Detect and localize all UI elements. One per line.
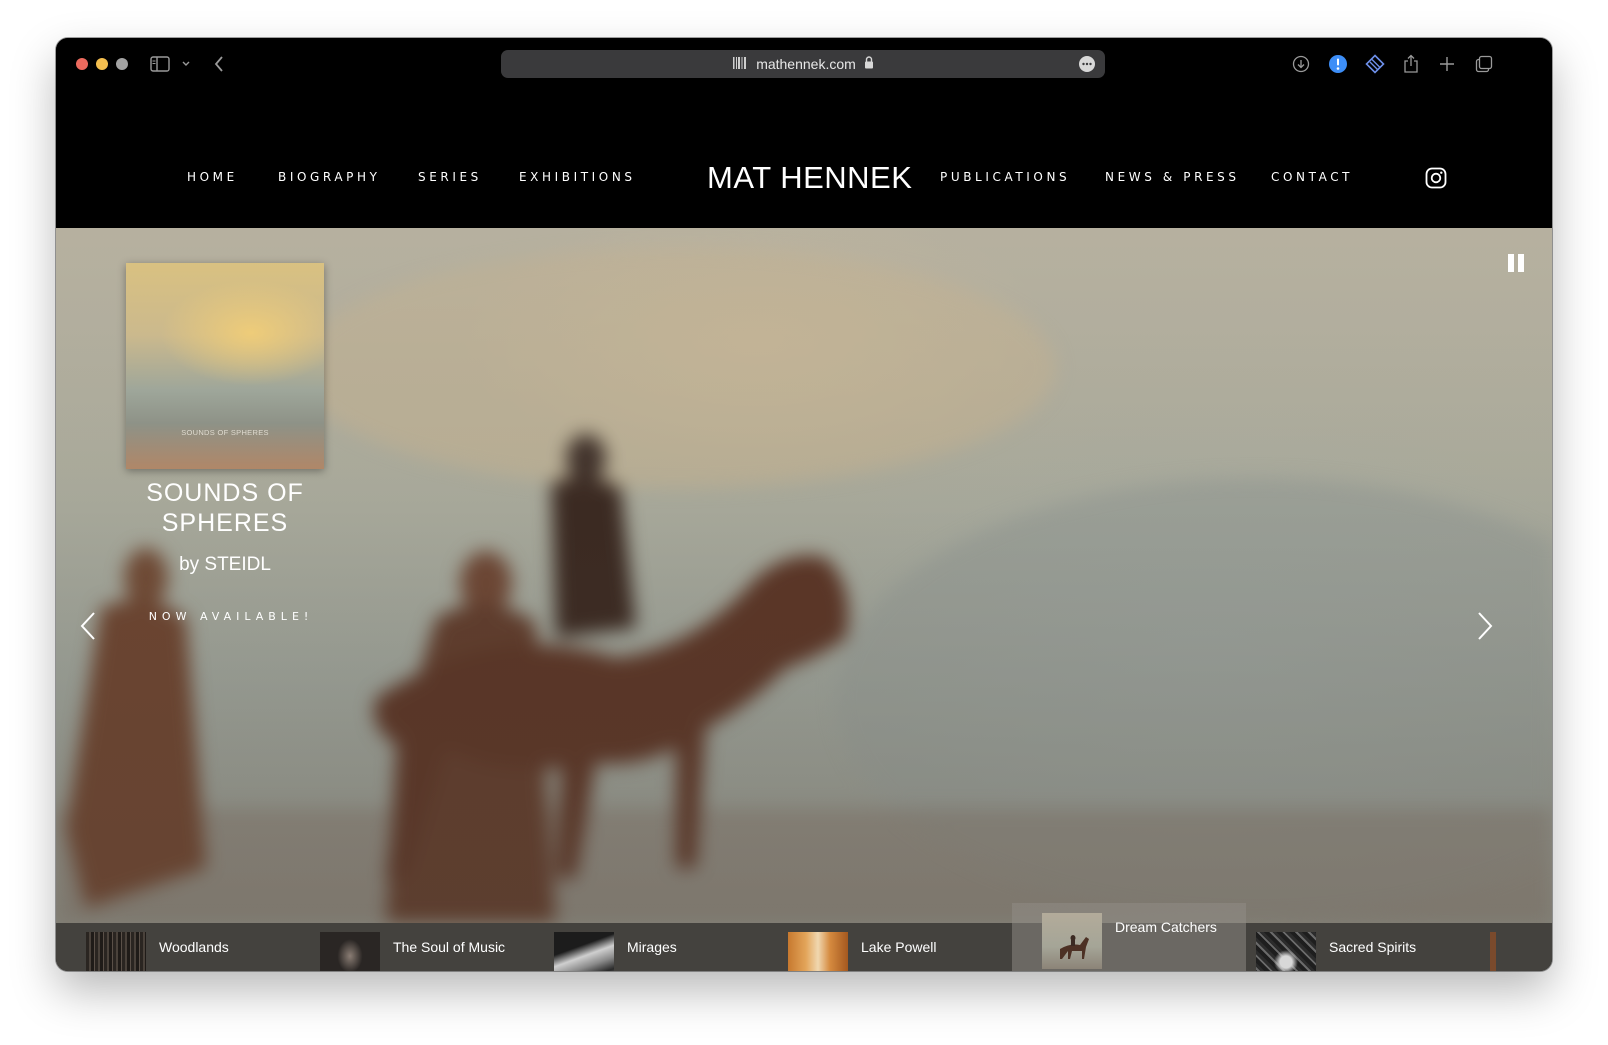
tab-overview-icon[interactable] — [1472, 52, 1496, 76]
now-available-link[interactable]: NOW AVAILABLE! — [111, 610, 351, 623]
download-icon[interactable] — [1289, 52, 1313, 76]
next-thumbnail-edge[interactable] — [1490, 932, 1496, 971]
mirages-thumbnail-image — [554, 932, 614, 971]
book-cover-image[interactable]: SOUNDS OF SPHERES — [126, 263, 324, 469]
nav-exhibitions[interactable]: EXHIBITIONS — [519, 170, 636, 184]
lock-icon — [864, 56, 874, 72]
thumbnail-lake-powell[interactable]: Lake Powell — [758, 923, 992, 971]
thumbnail-label: Lake Powell — [861, 939, 937, 955]
close-window-button[interactable] — [76, 58, 88, 70]
extension-icon[interactable] — [1363, 52, 1387, 76]
hero-slideshow: SOUNDS OF SPHERES SOUNDS OF SPHERES by S… — [56, 228, 1552, 923]
reader-icon[interactable] — [732, 55, 748, 74]
nav-news-press[interactable]: NEWS & PRESS — [1105, 170, 1240, 184]
thumbnail-label: Woodlands — [159, 939, 229, 955]
thumbnail-mirages[interactable]: Mirages — [524, 923, 758, 971]
sacred-spirits-thumbnail-image — [1256, 932, 1316, 971]
address-bar[interactable]: mathennek.com — [501, 50, 1105, 78]
extension-alert-icon[interactable] — [1326, 52, 1350, 76]
book-cover-text: SOUNDS OF SPHERES — [181, 428, 269, 437]
thumbnail-sacred-spirits[interactable]: Sacred Spirits — [1226, 923, 1460, 971]
chevron-right-icon[interactable] — [1473, 611, 1495, 641]
thumbnail-woodlands[interactable]: Woodlands — [56, 923, 290, 971]
instagram-icon[interactable] — [1425, 167, 1447, 189]
series-thumbnail-strip: Woodlands The Soul of Music Mirages Lake… — [56, 903, 1552, 971]
nav-home[interactable]: HOME — [187, 170, 238, 184]
sidebar-icon[interactable] — [148, 52, 172, 76]
dream-catchers-thumbnail-image — [1042, 913, 1102, 969]
nav-series[interactable]: SERIES — [418, 170, 482, 184]
thumbnail-label: Sacred Spirits — [1329, 939, 1417, 955]
maximize-window-button[interactable] — [116, 58, 128, 70]
browser-toolbar: mathennek.com — [56, 38, 1552, 90]
thumbnail-the-soul-of-music[interactable]: The Soul of Music — [290, 923, 524, 971]
publication-title-line-2: SPHERES — [161, 509, 289, 537]
nav-biography[interactable]: BIOGRAPHY — [278, 170, 381, 184]
url-text[interactable]: mathennek.com — [756, 56, 856, 72]
share-icon[interactable] — [1399, 52, 1423, 76]
new-tab-icon[interactable] — [1435, 52, 1459, 76]
thumbnail-label: Dream Catchers — [1115, 919, 1217, 935]
the-soul-of-music-thumbnail-image — [320, 932, 380, 971]
minimize-window-button[interactable] — [96, 58, 108, 70]
thumbnail-label: Mirages — [627, 939, 677, 955]
thumbnail-dream-catchers[interactable]: Dream Catchers — [1012, 903, 1246, 971]
chevron-left-icon[interactable] — [78, 611, 100, 641]
publication-byline: by STEIDL — [179, 554, 271, 575]
thumbnail-label: The Soul of Music — [393, 939, 506, 955]
publication-title: SOUNDS OF SPHERES — [111, 478, 339, 538]
nav-publications[interactable]: PUBLICATIONS — [940, 170, 1070, 184]
publication-title-line-1: SOUNDS OF — [146, 479, 304, 507]
site-logo[interactable]: MAT HENNEK — [707, 160, 912, 196]
woodlands-thumbnail-image — [86, 932, 146, 971]
pause-icon[interactable] — [1508, 254, 1526, 272]
lake-powell-thumbnail-image — [788, 932, 848, 971]
nav-contact[interactable]: CONTACT — [1271, 170, 1353, 184]
more-icon[interactable] — [1079, 56, 1095, 72]
back-icon[interactable] — [207, 52, 231, 76]
browser-window: mathennek.com HOME BIOGRAPHY SERIES EXHI… — [56, 38, 1552, 971]
site-header: HOME BIOGRAPHY SERIES EXHIBITIONS MAT HE… — [56, 90, 1552, 228]
chevron-down-icon[interactable] — [174, 52, 198, 76]
